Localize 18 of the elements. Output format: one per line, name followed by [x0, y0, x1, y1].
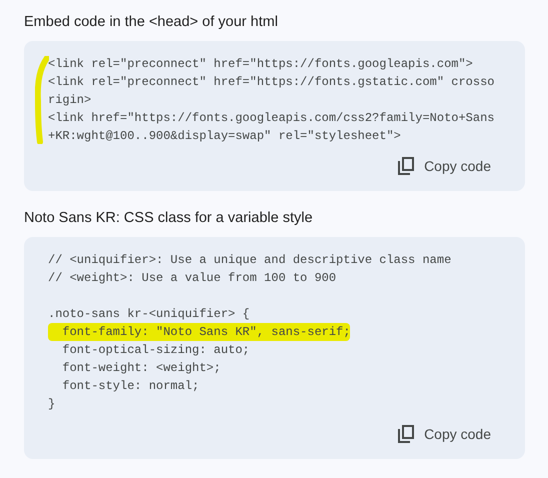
code-line: <link href="https://fonts.googleapis.com/css2?family=Noto+Sans: [48, 110, 494, 127]
code-line: rigin>: [48, 92, 92, 109]
copy-code-button[interactable]: Copy code: [388, 417, 501, 451]
code-line: font-weight: <weight>;: [61, 360, 221, 377]
code-line: <link rel="preconnect" href="https://fonts.gstatic.com" crosso: [48, 74, 494, 91]
code-line: font-optical-sizing: auto;: [61, 342, 250, 359]
section-title: Embed code in the <head> of your html: [24, 13, 279, 31]
code-line: <link rel="preconnect" href="https://fonts.googleapis.com">: [48, 56, 473, 73]
code-line: // <weight>: Use a value from 100 to 900: [48, 270, 336, 287]
section-title: Noto Sans KR: CSS class for a variable style: [24, 209, 314, 227]
copy-icon: [398, 157, 414, 175]
copy-icon: [398, 425, 414, 443]
code-line: // <uniquifier>: Use a unique and descriptive class name: [48, 252, 452, 269]
copy-code-button[interactable]: Copy code: [388, 149, 501, 183]
code-line: font-style: normal;: [61, 378, 200, 395]
code-line: }: [48, 396, 56, 413]
code-line: +KR:wght@100..900&display=swap" rel="stylesheet">: [48, 128, 401, 145]
code-line: .noto-sans kr-<uniquifier> {: [48, 306, 250, 323]
